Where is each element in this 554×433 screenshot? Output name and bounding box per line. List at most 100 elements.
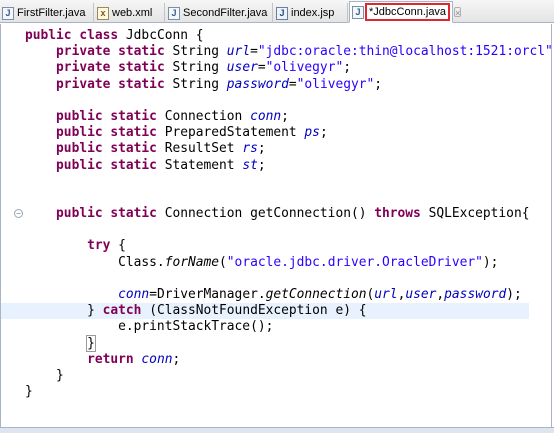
tab-web-xml[interactable]: x web.xml — [95, 3, 165, 23]
source-code[interactable]: public class JdbcConn { private static S… — [1, 28, 554, 400]
code-line[interactable]: ​ — [25, 190, 554, 206]
field-ref: password — [444, 287, 507, 302]
tab-label-highlighted: *JdbcConn.java — [365, 3, 451, 21]
code-text: ; — [343, 60, 351, 76]
code-line[interactable]: public static Connection getConnection()… — [25, 206, 554, 222]
keyword: throws — [374, 206, 429, 222]
code-text: String — [172, 60, 227, 76]
code-text: ); — [482, 254, 499, 270]
tab-first-filter[interactable]: J FirstFilter.java — [0, 3, 94, 23]
code-text: ; — [257, 157, 266, 173]
keyword: public static — [56, 141, 165, 157]
code-line[interactable]: public static Statement st; — [25, 158, 554, 174]
code-text: } — [25, 367, 64, 383]
code-line[interactable]: return conn; — [25, 352, 554, 368]
code-text: JdbcConn { — [125, 28, 204, 43]
keyword: private static — [56, 44, 173, 60]
code-text: String — [172, 76, 227, 92]
field-ref: conn — [118, 287, 150, 302]
tab-jdbc-conn[interactable]: J *JdbcConn.java × — [349, 1, 462, 23]
code-text: ; — [172, 351, 181, 367]
keyword: return — [87, 351, 142, 367]
code-line[interactable]: } — [25, 368, 554, 384]
keyword: public static — [56, 157, 165, 173]
field-ref: ps — [304, 125, 320, 141]
code-text: Connection — [164, 108, 251, 124]
code-text: SQLException{ — [428, 206, 530, 222]
code-text: =DriverManager. — [149, 287, 266, 302]
field-ref: conn — [250, 108, 282, 124]
matching-bracket: } — [86, 334, 96, 352]
code-line[interactable]: } catch (ClassNotFoundException e) { — [1, 303, 529, 320]
java-file-icon: J — [352, 5, 364, 19]
tab-index-jsp[interactable]: J index.jsp — [274, 3, 348, 23]
tab-second-filter[interactable]: J SecondFilter.java — [166, 3, 273, 23]
string-literal: "oracle.jdbc.driver.OracleDriver" — [226, 254, 483, 270]
code-text: PreparedStatement — [164, 125, 305, 141]
code-text: = — [257, 60, 266, 76]
editor-gutter — [1, 24, 19, 427]
keyword: public static — [56, 108, 165, 124]
code-text: ; — [281, 108, 289, 124]
code-line[interactable]: ​ — [25, 271, 554, 287]
horizontal-scrollbar[interactable] — [0, 427, 554, 433]
code-line[interactable]: public static PreparedStatement ps; — [25, 125, 554, 141]
code-text: ( — [219, 254, 227, 270]
code-line[interactable]: e.printStackTrace(); — [25, 319, 554, 335]
code-text: ; — [374, 76, 383, 92]
code-line[interactable]: Class.forName("oracle.jdbc.driver.Oracle… — [25, 255, 554, 271]
code-text: (ClassNotFoundException e) { — [149, 303, 367, 319]
code-line[interactable]: public class JdbcConn { — [25, 28, 554, 44]
method-call: forName — [164, 254, 220, 270]
keyword: try — [87, 238, 119, 254]
code-text: ; — [319, 125, 328, 141]
keyword: public class — [25, 28, 126, 43]
string-literal: "olivegyr" — [296, 76, 375, 92]
code-text: Class. — [25, 254, 165, 270]
tab-label: index.jsp — [291, 7, 335, 19]
code-line[interactable]: private static String password="olivegyr… — [25, 77, 554, 93]
java-file-icon: J — [168, 6, 180, 20]
code-text: = — [250, 44, 258, 60]
code-text: { — [118, 238, 126, 254]
code-line[interactable]: public static ResultSet rs; — [25, 141, 554, 157]
xml-file-icon: x — [97, 6, 109, 20]
field-ref: url — [374, 287, 398, 302]
field-ref: user — [226, 60, 258, 76]
code-line[interactable]: } — [25, 334, 554, 352]
code-line[interactable]: conn=DriverManager.getConnection(url,use… — [25, 287, 554, 303]
code-editor[interactable]: − public class JdbcConn { private static… — [0, 24, 554, 427]
code-line[interactable]: private static String url="jdbc:oracle:t… — [25, 44, 554, 60]
code-line[interactable]: ​ — [25, 93, 554, 109]
code-line[interactable]: ​ — [25, 174, 554, 190]
code-line[interactable]: private static String user="olivegyr"; — [25, 60, 554, 76]
tab-label: web.xml — [112, 7, 153, 19]
collapse-method-icon[interactable]: − — [14, 209, 23, 219]
field-ref: url — [226, 44, 251, 60]
code-line[interactable]: try { — [25, 238, 554, 254]
method-call: getConnection — [265, 287, 367, 302]
editor-tab-bar: J FirstFilter.java x web.xml J SecondFil… — [0, 0, 554, 23]
tab-label: SecondFilter.java — [183, 7, 268, 19]
tab-label: FirstFilter.java — [17, 7, 86, 19]
keyword: public static — [56, 206, 165, 222]
code-line[interactable]: public static Connection conn; — [25, 109, 554, 125]
code-text: e.printStackTrace(); — [25, 319, 274, 335]
close-icon[interactable]: × — [454, 7, 462, 18]
field-ref: conn — [141, 351, 173, 367]
code-line[interactable]: } — [25, 384, 554, 400]
field-ref: user — [405, 287, 437, 302]
code-text: String — [172, 44, 227, 60]
code-line[interactable]: ​ — [25, 222, 554, 238]
code-text: = — [288, 76, 297, 92]
keyword: private static — [56, 60, 173, 76]
code-text: ; — [257, 141, 266, 157]
java-file-icon: J — [2, 6, 14, 20]
